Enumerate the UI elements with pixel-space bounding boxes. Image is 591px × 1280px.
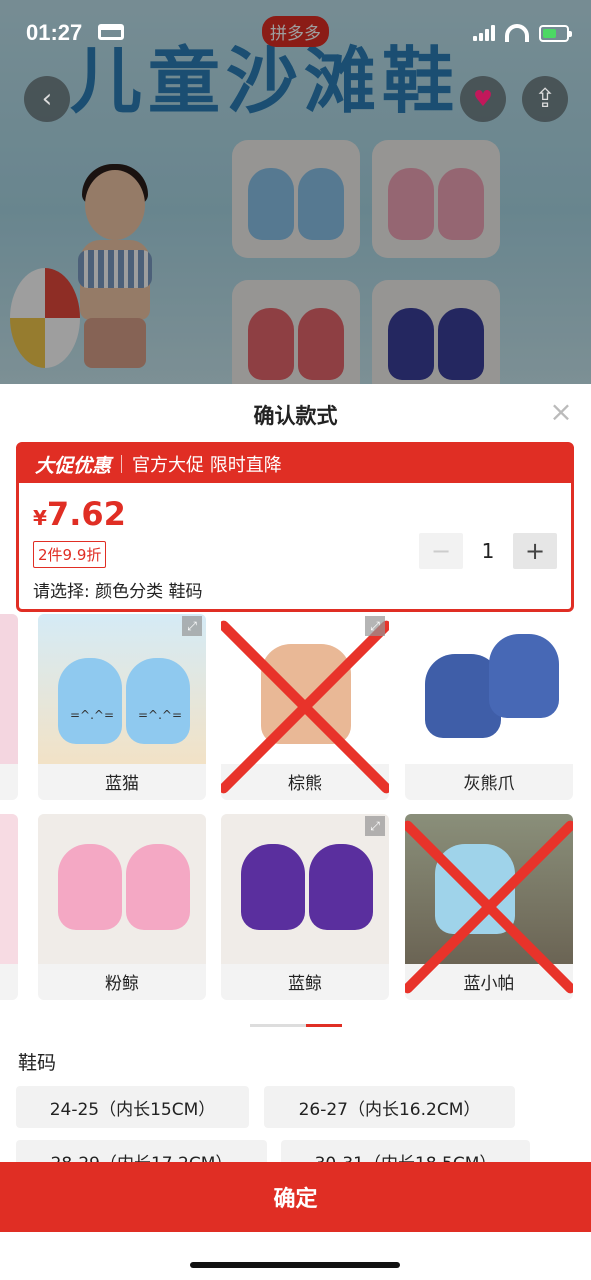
expand-icon[interactable]: ⤢ <box>365 616 385 636</box>
color-option-label: 蓝鲸 <box>288 974 322 994</box>
page-indicator <box>250 1024 342 1027</box>
size-option[interactable]: 26-27（内长16.2CM） <box>264 1086 515 1128</box>
sheet-title: 确认款式 <box>253 404 338 428</box>
quantity-minus-button[interactable]: − <box>419 533 463 569</box>
color-option-label: 灰熊爪 <box>463 774 515 794</box>
close-icon[interactable]: × <box>549 398 573 426</box>
promo-text: 官方大促 限时直降 <box>132 455 282 476</box>
size-option[interactable]: 24-25（内长15CM） <box>16 1086 249 1128</box>
page-indicator-dot-active <box>306 1024 342 1027</box>
share-icon[interactable]: ⇪ <box>522 76 568 122</box>
promo-panel: 大促优惠 官方大促 限时直降 ¥7.62 2件9.9折 请选择: 颜色分类 鞋码… <box>16 442 574 612</box>
color-option-pink-whale[interactable]: 粉鲸 <box>38 814 206 1000</box>
color-option-blue-xiaopa[interactable]: 蓝小帕 <box>405 814 573 1000</box>
selection-hint: 请选择: 颜色分类 鞋码 <box>33 582 203 602</box>
expand-icon[interactable]: ⤢ <box>365 816 385 836</box>
wifi-icon <box>505 24 529 42</box>
battery-icon <box>539 24 572 42</box>
color-option-brown-bear[interactable]: ⤢ 棕熊 <box>221 614 389 800</box>
promo-tag: 大促优惠 <box>35 454 112 477</box>
promo-header: 大促优惠 官方大促 限时直降 <box>19 445 571 483</box>
cellular-signal-icon <box>473 25 495 41</box>
quantity-plus-button[interactable]: + <box>513 533 557 569</box>
color-option-blue-cat[interactable]: =^.^= =^.^= ⤢ 蓝猫 <box>38 614 206 800</box>
color-option-partial[interactable] <box>0 814 18 1000</box>
sku-selection-sheet: 确认款式 × 大促优惠 官方大促 限时直降 ¥7.62 2件9.9折 请选择: … <box>0 384 591 1280</box>
color-option-grey-bear-claw[interactable]: 灰熊爪 <box>405 614 573 800</box>
page-indicator-dot <box>250 1024 306 1027</box>
favorite-icon[interactable]: ♥ <box>460 76 506 122</box>
price-value: 7.62 <box>46 495 126 533</box>
confirm-button[interactable]: 确定 <box>0 1162 591 1232</box>
price-currency: ¥ <box>33 506 47 530</box>
back-icon[interactable]: ‹ <box>24 76 70 122</box>
size-section-title: 鞋码 <box>18 1052 57 1074</box>
promo-divider <box>121 455 123 473</box>
discount-badge: 2件9.9折 <box>33 541 107 568</box>
status-time: 01:27 <box>26 20 83 45</box>
quantity-value: 1 <box>481 539 495 563</box>
color-option-label: 蓝小帕 <box>463 974 515 994</box>
color-option-blue-whale[interactable]: ⤢ 蓝鲸 <box>221 814 389 1000</box>
color-option-label: 蓝猫 <box>105 774 139 794</box>
color-option-partial[interactable] <box>0 614 18 800</box>
color-option-label: 粉鲸 <box>105 974 139 994</box>
price: ¥7.62 <box>33 495 126 533</box>
status-bar: 01:27 <box>0 0 591 70</box>
color-option-label: 棕熊 <box>288 774 322 794</box>
quantity-stepper: − 1 + <box>419 533 557 569</box>
expand-icon[interactable]: ⤢ <box>182 616 202 636</box>
sleep-mode-icon <box>98 24 124 40</box>
home-indicator[interactable] <box>190 1262 400 1268</box>
